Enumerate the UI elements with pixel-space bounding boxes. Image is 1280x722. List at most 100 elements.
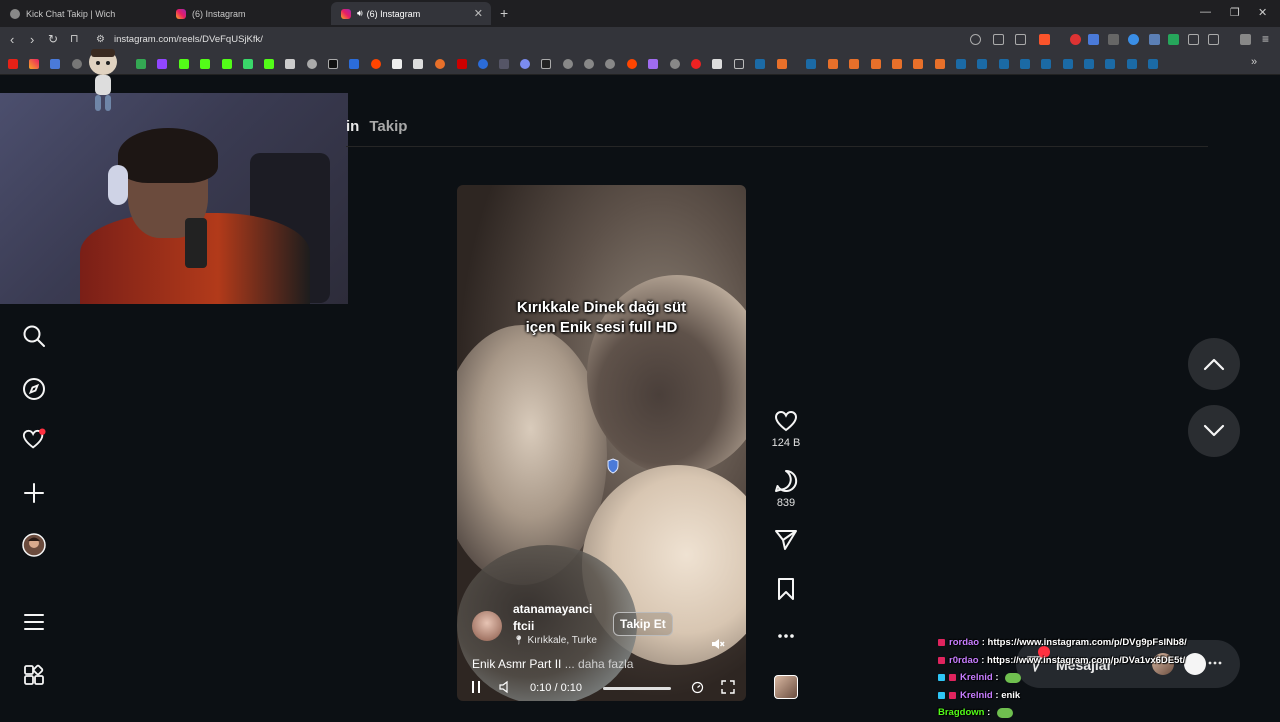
more-bookmarks-icon[interactable]: » — [1251, 56, 1257, 68]
extension-icon[interactable] — [1088, 34, 1099, 45]
bookmark-icon[interactable] — [457, 59, 467, 69]
browser-tab-kick-chat[interactable]: Kick Chat Takip | Wich — [0, 2, 164, 25]
kick-bookmark-icon[interactable] — [200, 59, 210, 69]
brave-shield-icon[interactable] — [1039, 34, 1050, 45]
anchor-bookmark-icon[interactable] — [285, 59, 295, 69]
bookmark-icon[interactable] — [670, 59, 680, 69]
address-input[interactable]: instagram.com/reels/DVeFqUSjKfk/ — [114, 34, 263, 45]
instagram-bookmark-icon[interactable] — [29, 59, 39, 69]
kick-bookmark-icon[interactable] — [179, 59, 189, 69]
cast-icon[interactable] — [993, 34, 1004, 45]
share-send-icon[interactable] — [772, 528, 800, 552]
reddit-bookmark-icon[interactable] — [371, 59, 381, 69]
extension-icon[interactable] — [1168, 34, 1179, 45]
steam-bookmark-icon[interactable] — [1127, 59, 1137, 69]
save-bookmark-icon[interactable] — [772, 577, 800, 601]
like-heart-icon[interactable] — [772, 409, 800, 433]
bookmark-icon[interactable] — [349, 59, 359, 69]
sidebar-icon[interactable] — [1208, 34, 1219, 45]
bookmark-icon[interactable] — [50, 59, 60, 69]
minimize-window-button[interactable]: — — [1200, 6, 1211, 18]
volume-icon[interactable] — [499, 680, 511, 694]
x-bookmark-icon[interactable] — [328, 59, 338, 69]
bookmark-icon[interactable] — [563, 59, 573, 69]
tab-following[interactable]: Takip — [369, 118, 407, 135]
bookmark-icon[interactable] — [627, 59, 637, 69]
steam-bookmark-icon[interactable] — [1041, 59, 1051, 69]
fullscreen-icon[interactable] — [721, 680, 735, 694]
folder-bookmark-icon[interactable] — [734, 59, 744, 69]
extension-icon[interactable] — [1128, 34, 1139, 45]
follow-button[interactable]: Takip Et — [613, 612, 673, 636]
drive-bookmark-icon[interactable] — [136, 59, 146, 69]
profile-avatar[interactable] — [22, 533, 46, 557]
next-reel-button[interactable] — [1188, 405, 1240, 457]
bookmark-icon[interactable] — [72, 59, 82, 69]
youtube-bookmark-icon[interactable] — [8, 59, 18, 69]
bookmark-icon[interactable] — [648, 59, 658, 69]
steam-bookmark-icon[interactable] — [1063, 59, 1073, 69]
steam-bookmark-icon[interactable] — [806, 59, 816, 69]
author-avatar[interactable] — [472, 611, 502, 641]
bookmark-icon[interactable] — [478, 59, 488, 69]
steam-bookmark-icon[interactable] — [956, 59, 966, 69]
steam-bookmark-icon[interactable] — [1105, 59, 1115, 69]
forward-button[interactable]: › — [30, 32, 34, 47]
playback-speed-icon[interactable] — [691, 681, 704, 694]
search-icon[interactable] — [22, 324, 46, 348]
extensions-puzzle-icon[interactable] — [1188, 34, 1199, 45]
extension-icon[interactable] — [1149, 34, 1160, 45]
steam-bookmark-icon[interactable] — [1148, 59, 1158, 69]
bookmark-icon[interactable] — [935, 59, 945, 69]
close-window-button[interactable]: ✕ — [1258, 6, 1267, 19]
bookmark-icon[interactable]: ⊓ — [70, 32, 79, 45]
bookmark-icon[interactable] — [392, 59, 402, 69]
steam-bookmark-icon[interactable] — [977, 59, 987, 69]
video-progress-bar[interactable] — [603, 687, 671, 690]
browser-tab-instagram[interactable]: (6) Instagram — [166, 2, 330, 25]
reel-video[interactable]: Kırıkkale Dinek dağı süt içen Enik sesi … — [457, 185, 746, 701]
more-options-icon[interactable] — [772, 629, 800, 643]
zoom-icon[interactable] — [970, 34, 981, 45]
back-button[interactable]: ‹ — [10, 32, 14, 47]
media-icon[interactable] — [1240, 34, 1251, 45]
author-username[interactable]: atanamayanci ftcii — [513, 601, 613, 635]
twitch-bookmark-icon[interactable] — [157, 59, 167, 69]
bookmark-icon[interactable] — [541, 59, 551, 69]
pause-icon[interactable] — [471, 680, 481, 694]
bookmark-icon[interactable] — [712, 59, 722, 69]
reload-button[interactable]: ↻ — [48, 32, 58, 46]
new-tab-button[interactable]: + — [500, 5, 508, 21]
bookmark-icon[interactable] — [307, 59, 317, 69]
bookmark-icon[interactable] — [413, 59, 423, 69]
share-icon[interactable] — [1015, 34, 1026, 45]
reel-location[interactable]: 📍︎ Kırıkkale, Turke — [513, 635, 597, 646]
bookmark-icon[interactable] — [777, 59, 787, 69]
notifications-heart-icon[interactable] — [22, 428, 46, 452]
bookmark-icon[interactable] — [264, 59, 274, 69]
extension-icon[interactable] — [1070, 34, 1081, 45]
more-menu-icon[interactable] — [22, 610, 46, 634]
steam-bookmark-icon[interactable] — [755, 59, 765, 69]
bookmark-icon[interactable] — [691, 59, 701, 69]
bookmark-icon[interactable] — [605, 59, 615, 69]
bookmark-icon[interactable] — [913, 59, 923, 69]
bookmark-icon[interactable] — [828, 59, 838, 69]
original-audio-thumbnail[interactable] — [774, 675, 798, 699]
extension-icon[interactable] — [1108, 34, 1119, 45]
explore-compass-icon[interactable] — [22, 377, 46, 401]
restore-window-button[interactable]: ❐ — [1230, 6, 1240, 19]
previous-reel-button[interactable] — [1188, 338, 1240, 390]
steam-bookmark-icon[interactable] — [1020, 59, 1030, 69]
close-tab-icon[interactable]: ✕ — [474, 7, 483, 20]
also-from-meta-icon[interactable] — [22, 663, 46, 687]
bookmark-icon[interactable] — [520, 59, 530, 69]
kick-bookmark-icon[interactable] — [222, 59, 232, 69]
bookmark-icon[interactable] — [435, 59, 445, 69]
like-count[interactable]: 124 B — [760, 437, 812, 449]
more-button[interactable]: ... daha fazla — [565, 657, 634, 671]
steam-bookmark-icon[interactable] — [999, 59, 1009, 69]
comment-count[interactable]: 839 — [760, 497, 812, 509]
bookmark-icon[interactable] — [871, 59, 881, 69]
menu-icon[interactable]: ≡ — [1262, 32, 1269, 46]
